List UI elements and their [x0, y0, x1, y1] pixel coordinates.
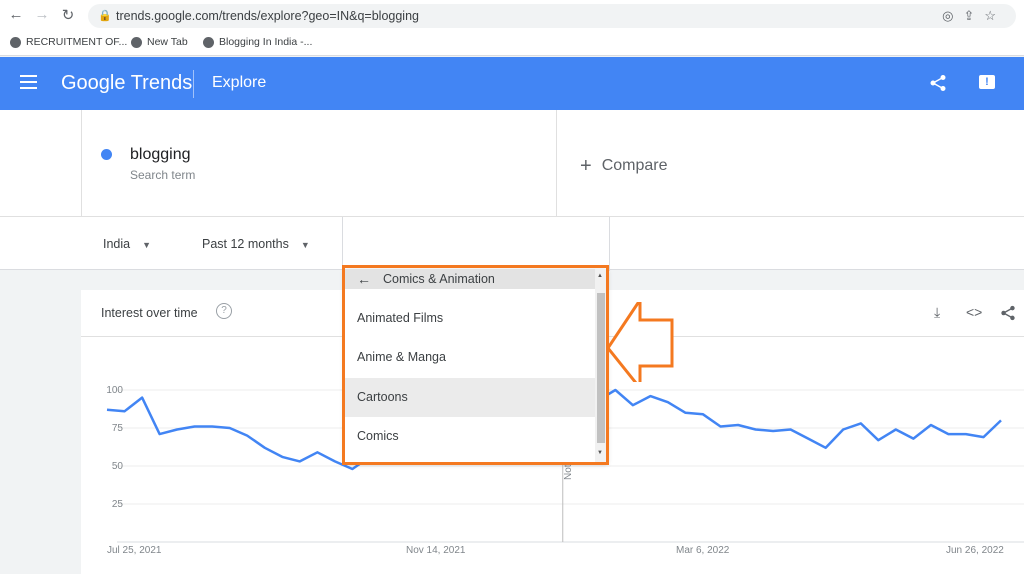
google-trends-logo[interactable]: Google Trends: [61, 72, 192, 95]
bookmark-item[interactable]: New Tab: [131, 36, 188, 48]
tracking-off-icon[interactable]: ◎: [942, 8, 963, 23]
header-divider: [193, 70, 194, 98]
bookmark-label: Blogging In India -...: [219, 36, 313, 48]
bookmark-star-icon[interactable]: ☆: [984, 8, 1006, 23]
search-term-type: Search term: [130, 168, 196, 182]
globe-icon: [131, 36, 142, 48]
menu-icon[interactable]: [20, 75, 37, 93]
annotation-highlight-box: [342, 265, 609, 465]
feedback-icon[interactable]: !: [979, 75, 995, 89]
x-tick-label: Mar 6, 2022: [676, 545, 730, 556]
y-tick-label: 50: [112, 461, 124, 472]
address-bar-icons: ◎⇪☆: [942, 8, 1006, 24]
term-color-dot: [101, 149, 112, 160]
reload-icon[interactable]: ↻: [58, 6, 78, 24]
address-bar[interactable]: 🔒 trends.google.com/trends/explore?geo=I…: [88, 4, 1016, 28]
bookmarks-bar: RECRUITMENT OF... New Tab Blogging In In…: [0, 32, 1024, 56]
back-arrow-icon[interactable]: ←: [6, 6, 26, 23]
search-term[interactable]: blogging: [130, 146, 191, 164]
app-header: Google Trends Explore !: [0, 57, 1024, 110]
bookmark-label: New Tab: [147, 36, 188, 48]
forward-arrow-icon[interactable]: →: [32, 6, 52, 23]
globe-icon: [203, 36, 214, 48]
region-label: India: [103, 237, 131, 251]
time-range-label: Past 12 months: [202, 237, 289, 251]
y-tick-label: 75: [112, 423, 124, 434]
share-page-icon[interactable]: ⇪: [963, 8, 984, 23]
compare-label: Compare: [601, 157, 668, 174]
annotation-arrow-icon: [606, 302, 674, 382]
category-filter[interactable]: [342, 217, 610, 271]
compare-button[interactable]: + Compare: [580, 155, 668, 178]
bookmark-label: RECRUITMENT OF...: [26, 36, 128, 48]
time-range-filter[interactable]: Past 12 months ▼: [202, 237, 310, 251]
share-icon[interactable]: [929, 74, 947, 92]
bookmark-item[interactable]: Blogging In India -...: [203, 36, 312, 48]
page-title: Explore: [212, 74, 267, 91]
x-tick-label: Jul 25, 2021: [107, 545, 162, 556]
lock-icon: 🔒: [98, 10, 112, 22]
filter-bar: India ▼ Past 12 months ▼: [0, 216, 1024, 271]
y-tick-label: 25: [112, 499, 124, 510]
search-term-card[interactable]: blogging Search term: [81, 110, 557, 216]
url-text: trends.google.com/trends/explore?geo=IN&…: [116, 9, 419, 23]
bookmark-item[interactable]: RECRUITMENT OF...: [10, 36, 127, 48]
chevron-down-icon: ▼: [142, 240, 152, 250]
browser-toolbar: ← → ↻ 🔒 trends.google.com/trends/explore…: [0, 0, 1024, 32]
x-tick-label: Jun 26, 2022: [946, 545, 1004, 556]
chevron-down-icon: ▼: [300, 240, 310, 250]
y-tick-label: 100: [106, 385, 123, 396]
x-tick-label: Nov 14, 2021: [406, 545, 466, 556]
region-filter[interactable]: India ▼: [103, 237, 151, 251]
search-term-area: blogging Search term + Compare: [0, 110, 1024, 216]
plus-icon: +: [580, 155, 592, 177]
globe-icon: [10, 36, 21, 48]
